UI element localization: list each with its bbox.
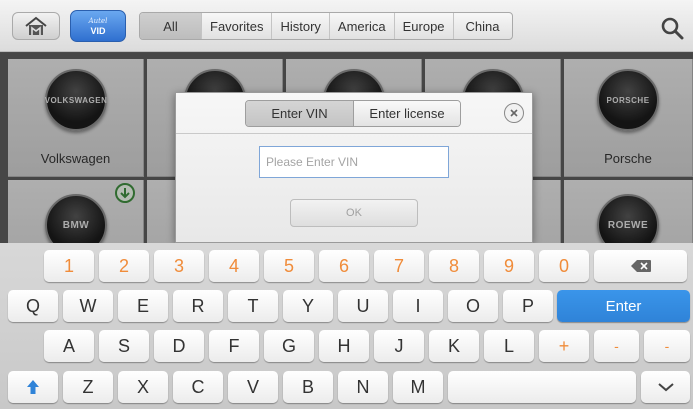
shift-key[interactable] — [8, 371, 58, 403]
close-icon — [510, 109, 518, 117]
tab-china[interactable]: China — [454, 13, 512, 39]
tab-history[interactable]: History — [272, 13, 330, 39]
key-9[interactable]: 9 — [484, 250, 534, 282]
home-button[interactable] — [12, 12, 60, 40]
key-f[interactable]: F — [209, 330, 259, 362]
search-icon[interactable] — [660, 16, 684, 40]
space-key[interactable] — [448, 371, 636, 403]
key-3[interactable]: 3 — [154, 250, 204, 282]
dialog-tabs: Enter VIN Enter license — [245, 100, 461, 127]
key-b[interactable]: B — [283, 371, 333, 403]
key-k[interactable]: K — [429, 330, 479, 362]
close-button[interactable] — [504, 103, 524, 123]
key-g[interactable]: G — [264, 330, 314, 362]
vin-input[interactable] — [259, 146, 449, 178]
tab-enter-vin[interactable]: Enter VIN — [246, 101, 354, 126]
key-d[interactable]: D — [154, 330, 204, 362]
key-e[interactable]: E — [118, 290, 168, 322]
top-toolbar: Autel VID All Favorites History America … — [0, 0, 693, 52]
home-icon — [25, 16, 47, 35]
region-tabs: All Favorites History America Europe Chi… — [139, 12, 513, 40]
key-t[interactable]: T — [228, 290, 278, 322]
app-screen: Autel VID All Favorites History America … — [0, 0, 693, 409]
key-h[interactable]: H — [319, 330, 369, 362]
enter-key[interactable]: Enter — [557, 290, 690, 322]
on-screen-keyboard: 1 2 3 4 5 6 7 8 9 0 Q W E R T Y U I O P … — [0, 243, 693, 409]
key-1[interactable]: 1 — [44, 250, 94, 282]
key-u[interactable]: U — [338, 290, 388, 322]
key-y[interactable]: Y — [283, 290, 333, 322]
key-j[interactable]: J — [374, 330, 424, 362]
key-l[interactable]: L — [484, 330, 534, 362]
key-4[interactable]: 4 — [209, 250, 259, 282]
tab-favorites[interactable]: Favorites — [202, 13, 273, 39]
vid-button[interactable]: Autel VID — [70, 10, 126, 42]
shift-arrow-icon — [27, 380, 39, 394]
key-q[interactable]: Q — [8, 290, 58, 322]
key-5[interactable]: 5 — [264, 250, 314, 282]
key-z[interactable]: Z — [63, 371, 113, 403]
dialog-divider — [176, 133, 532, 134]
hide-keyboard-key[interactable] — [641, 371, 690, 403]
chevron-down-icon — [657, 383, 674, 392]
key-plus[interactable]: + — [539, 330, 589, 362]
vin-dialog: Enter VIN Enter license OK — [175, 92, 533, 243]
key-v[interactable]: V — [228, 371, 278, 403]
key-s[interactable]: S — [99, 330, 149, 362]
tab-america[interactable]: America — [330, 13, 395, 39]
key-w[interactable]: W — [63, 290, 113, 322]
key-minus[interactable]: - — [594, 330, 639, 362]
key-a[interactable]: A — [44, 330, 94, 362]
key-n[interactable]: N — [338, 371, 388, 403]
key-x[interactable]: X — [118, 371, 168, 403]
key-2[interactable]: 2 — [99, 250, 149, 282]
ok-button[interactable]: OK — [290, 199, 418, 227]
key-i[interactable]: I — [393, 290, 443, 322]
tab-all[interactable]: All — [140, 13, 202, 39]
vid-brand-text: Autel — [88, 17, 108, 25]
backspace-key[interactable] — [594, 250, 687, 282]
key-c[interactable]: C — [173, 371, 223, 403]
key-o[interactable]: O — [448, 290, 498, 322]
key-8[interactable]: 8 — [429, 250, 479, 282]
key-0[interactable]: 0 — [539, 250, 589, 282]
tab-enter-license[interactable]: Enter license — [354, 101, 460, 126]
key-m[interactable]: M — [393, 371, 443, 403]
key-p[interactable]: P — [503, 290, 553, 322]
key-r[interactable]: R — [173, 290, 223, 322]
key-7[interactable]: 7 — [374, 250, 424, 282]
backspace-icon — [630, 260, 651, 272]
key-6[interactable]: 6 — [319, 250, 369, 282]
tab-europe[interactable]: Europe — [395, 13, 454, 39]
vid-label: VID — [90, 26, 106, 36]
key-minus-2[interactable]: - — [644, 330, 690, 362]
